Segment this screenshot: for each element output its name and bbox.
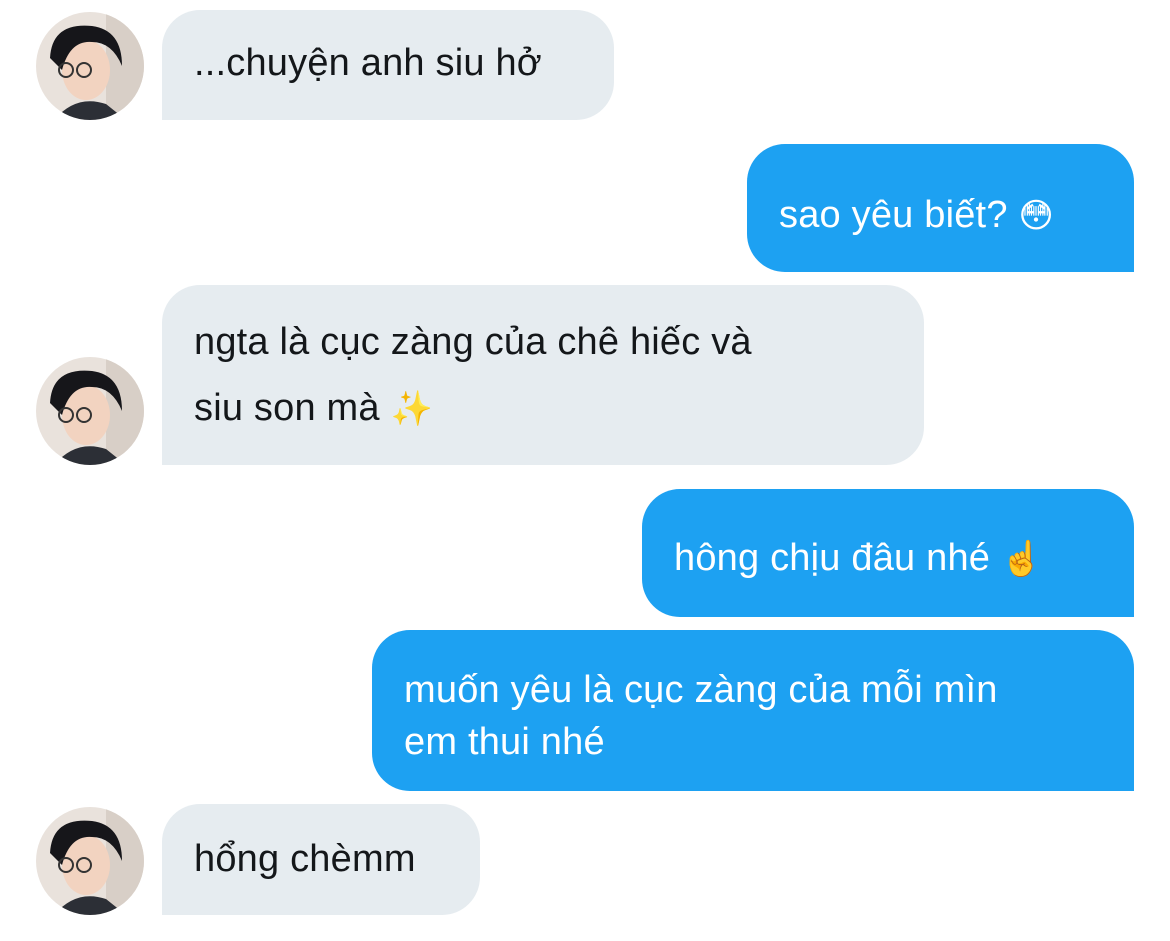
message-bubble-incoming[interactable]: hổng chèmm — [162, 804, 480, 915]
pointing-up-emoji-icon: ☝️ — [1000, 539, 1044, 579]
avatar[interactable] — [36, 807, 144, 915]
message-text-line: em thui nhé — [404, 721, 605, 763]
message-text-line: siu son mà — [194, 387, 380, 429]
avatar[interactable] — [36, 12, 144, 120]
sparkles-emoji-icon: ✨ — [390, 389, 434, 429]
avatar-image — [36, 357, 144, 465]
message-text-line: muốn yêu là cục zàng của mỗi mìn — [404, 669, 998, 711]
avatar-image — [36, 807, 144, 915]
message-bubble-outgoing[interactable]: muốn yêu là cục zàng của mỗi mìn em thui… — [372, 630, 1134, 791]
message-text: ...chuyện anh siu hở — [194, 42, 542, 84]
message-text: hổng chèmm — [194, 838, 416, 880]
flushed-face-emoji-icon: 😳 — [1018, 196, 1055, 236]
avatar-image — [36, 12, 144, 120]
conversation-thread: ...chuyện anh siu hở sao yêu biết? 😳 ngt… — [0, 0, 1170, 941]
avatar[interactable] — [36, 357, 144, 465]
message-text: sao yêu biết? — [779, 194, 1008, 236]
message-bubble-incoming[interactable]: ...chuyện anh siu hở — [162, 10, 614, 120]
message-bubble-outgoing[interactable]: sao yêu biết? 😳 — [747, 144, 1134, 272]
message-text: hông chịu đâu nhé — [674, 537, 991, 579]
message-bubble-incoming[interactable]: ngta là cục zàng của chê hiếc và siu son… — [162, 285, 924, 465]
message-text-line: ngta là cục zàng của chê hiếc và — [194, 321, 752, 363]
message-bubble-outgoing[interactable]: hông chịu đâu nhé ☝️ — [642, 489, 1134, 617]
